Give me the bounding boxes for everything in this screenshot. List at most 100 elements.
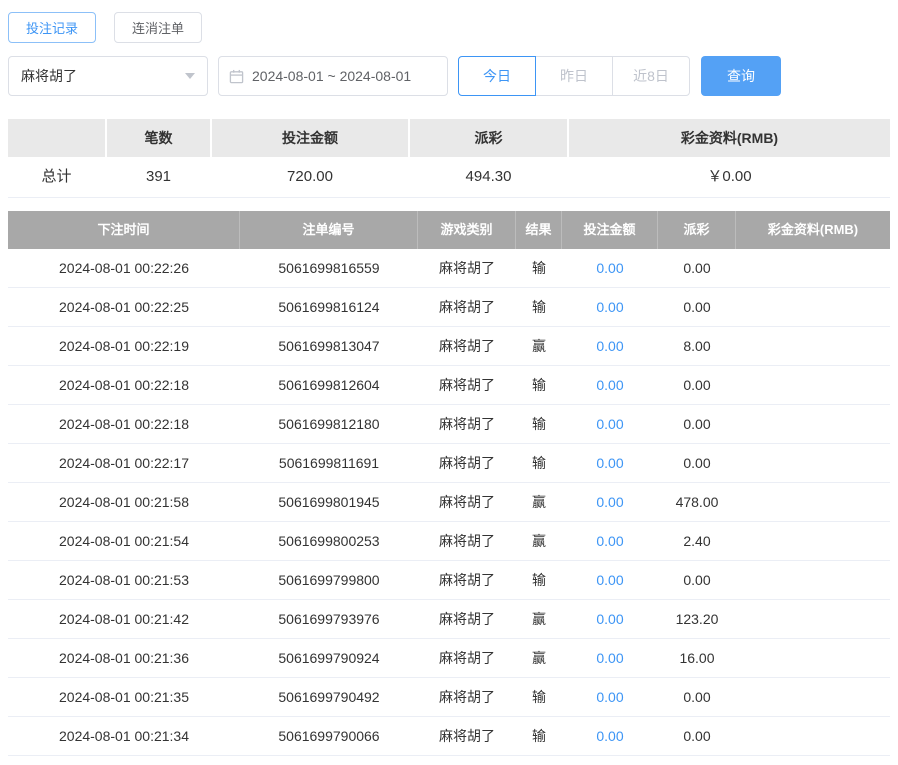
table-row: 2024-08-01 00:22:18 5061699812180 麻将胡了 输… [8,405,890,444]
result-cell: 输 [516,366,562,404]
table-row: 2024-08-01 00:21:35 5061699790492 麻将胡了 输… [8,678,890,717]
bet-time-cell: 2024-08-01 00:22:26 [8,249,240,287]
table-row: 2024-08-01 00:22:19 5061699813047 麻将胡了 赢… [8,327,890,366]
payout-cell: 0.00 [658,288,736,326]
game-type-cell: 麻将胡了 [418,444,516,482]
bet-time-cell: 2024-08-01 00:21:53 [8,561,240,599]
bet-amount-link[interactable]: 0.00 [562,678,658,716]
bonus-cell [736,366,890,404]
result-cell: 赢 [516,522,562,560]
order-id-cell: 5061699813047 [240,327,418,365]
order-id-cell: 5061699816124 [240,288,418,326]
col-bonus: 彩金资料(RMB) [736,211,890,249]
bet-amount-link[interactable]: 0.00 [562,444,658,482]
result-cell: 赢 [516,327,562,365]
bet-amount-link[interactable]: 0.00 [562,249,658,287]
bonus-cell [736,405,890,443]
table-row: 2024-08-01 00:22:17 5061699811691 麻将胡了 输… [8,444,890,483]
table-row: 2024-08-01 00:21:34 5061699789625 麻将胡了 输… [8,756,890,765]
bet-amount-link[interactable]: 0.00 [562,366,658,404]
bonus-cell [736,600,890,638]
bet-amount-link[interactable]: 0.00 [562,756,658,765]
bet-amount-link[interactable]: 0.00 [562,561,658,599]
order-id-cell: 5061699812180 [240,405,418,443]
betting-records-page: 投注记录 连消注单 麻将胡了 2024-08-01 ~ 2024-08-01 今… [0,0,898,765]
bet-amount-link[interactable]: 0.00 [562,522,658,560]
bet-time-cell: 2024-08-01 00:22:25 [8,288,240,326]
summary-header-bonus: 彩金资料(RMB) [569,119,890,157]
bonus-cell [736,756,890,765]
col-game-type: 游戏类别 [418,211,516,249]
bonus-cell [736,444,890,482]
date-range-input[interactable]: 2024-08-01 ~ 2024-08-01 [218,56,448,96]
order-id-cell: 5061699790492 [240,678,418,716]
filter-bar: 麻将胡了 2024-08-01 ~ 2024-08-01 今日 昨日 近8日 查… [8,56,890,96]
result-cell: 输 [516,561,562,599]
table-row: 2024-08-01 00:21:53 5061699799800 麻将胡了 输… [8,561,890,600]
payout-cell: 0.00 [658,756,736,765]
bet-time-cell: 2024-08-01 00:22:18 [8,405,240,443]
order-id-cell: 5061699789625 [240,756,418,765]
bet-time-cell: 2024-08-01 00:21:35 [8,678,240,716]
payout-cell: 16.00 [658,639,736,677]
bonus-cell [736,678,890,716]
bet-amount-link[interactable]: 0.00 [562,288,658,326]
game-type-cell: 麻将胡了 [418,678,516,716]
bet-table-body: 2024-08-01 00:22:26 5061699816559 麻将胡了 输… [8,249,890,765]
game-type-cell: 麻将胡了 [418,327,516,365]
tab-betting-records[interactable]: 投注记录 [8,12,96,43]
bet-amount-link[interactable]: 0.00 [562,717,658,755]
payout-cell: 0.00 [658,444,736,482]
today-button[interactable]: 今日 [458,56,536,96]
order-id-cell: 5061699816559 [240,249,418,287]
result-cell: 输 [516,249,562,287]
yesterday-button[interactable]: 昨日 [535,56,613,96]
payout-cell: 0.00 [658,405,736,443]
summary-total-label: 总计 [8,157,105,197]
bet-time-cell: 2024-08-01 00:21:54 [8,522,240,560]
summary-total-payout: 494.30 [410,157,567,197]
payout-cell: 0.00 [658,678,736,716]
bet-amount-link[interactable]: 0.00 [562,483,658,521]
bonus-cell [736,561,890,599]
bet-amount-link[interactable]: 0.00 [562,405,658,443]
table-row: 2024-08-01 00:22:26 5061699816559 麻将胡了 输… [8,249,890,288]
order-id-cell: 5061699800253 [240,522,418,560]
result-cell: 输 [516,717,562,755]
order-id-cell: 5061699790066 [240,717,418,755]
result-cell: 输 [516,756,562,765]
game-type-cell: 麻将胡了 [418,600,516,638]
game-type-cell: 麻将胡了 [418,249,516,287]
table-row: 2024-08-01 00:22:25 5061699816124 麻将胡了 输… [8,288,890,327]
bet-table-header: 下注时间 注单编号 游戏类别 结果 投注金额 派彩 彩金资料(RMB) [8,211,890,249]
payout-cell: 8.00 [658,327,736,365]
bet-amount-link[interactable]: 0.00 [562,639,658,677]
bet-amount-link[interactable]: 0.00 [562,600,658,638]
game-type-cell: 麻将胡了 [418,405,516,443]
query-button[interactable]: 查询 [701,56,781,96]
chevron-down-icon [185,73,195,79]
bonus-cell [736,522,890,560]
bet-amount-link[interactable]: 0.00 [562,327,658,365]
bet-time-cell: 2024-08-01 00:21:34 [8,717,240,755]
result-cell: 输 [516,678,562,716]
result-cell: 输 [516,405,562,443]
col-result: 结果 [516,211,562,249]
col-bet-time: 下注时间 [8,211,240,249]
top-tabs: 投注记录 连消注单 [8,12,890,43]
bet-time-cell: 2024-08-01 00:21:36 [8,639,240,677]
order-id-cell: 5061699793976 [240,600,418,638]
table-row: 2024-08-01 00:21:34 5061699790066 麻将胡了 输… [8,717,890,756]
last-8-days-button[interactable]: 近8日 [612,56,690,96]
bonus-cell [736,717,890,755]
game-select[interactable]: 麻将胡了 [8,56,208,96]
table-row: 2024-08-01 00:21:54 5061699800253 麻将胡了 赢… [8,522,890,561]
tab-cancelled-orders[interactable]: 连消注单 [114,12,202,43]
result-cell: 赢 [516,483,562,521]
col-bet-amount: 投注金额 [562,211,658,249]
game-type-cell: 麻将胡了 [418,366,516,404]
bet-time-cell: 2024-08-01 00:21:34 [8,756,240,765]
payout-cell: 478.00 [658,483,736,521]
summary-table: 笔数 投注金额 派彩 彩金资料(RMB) 总计 391 720.00 494.3… [8,119,890,198]
result-cell: 输 [516,288,562,326]
